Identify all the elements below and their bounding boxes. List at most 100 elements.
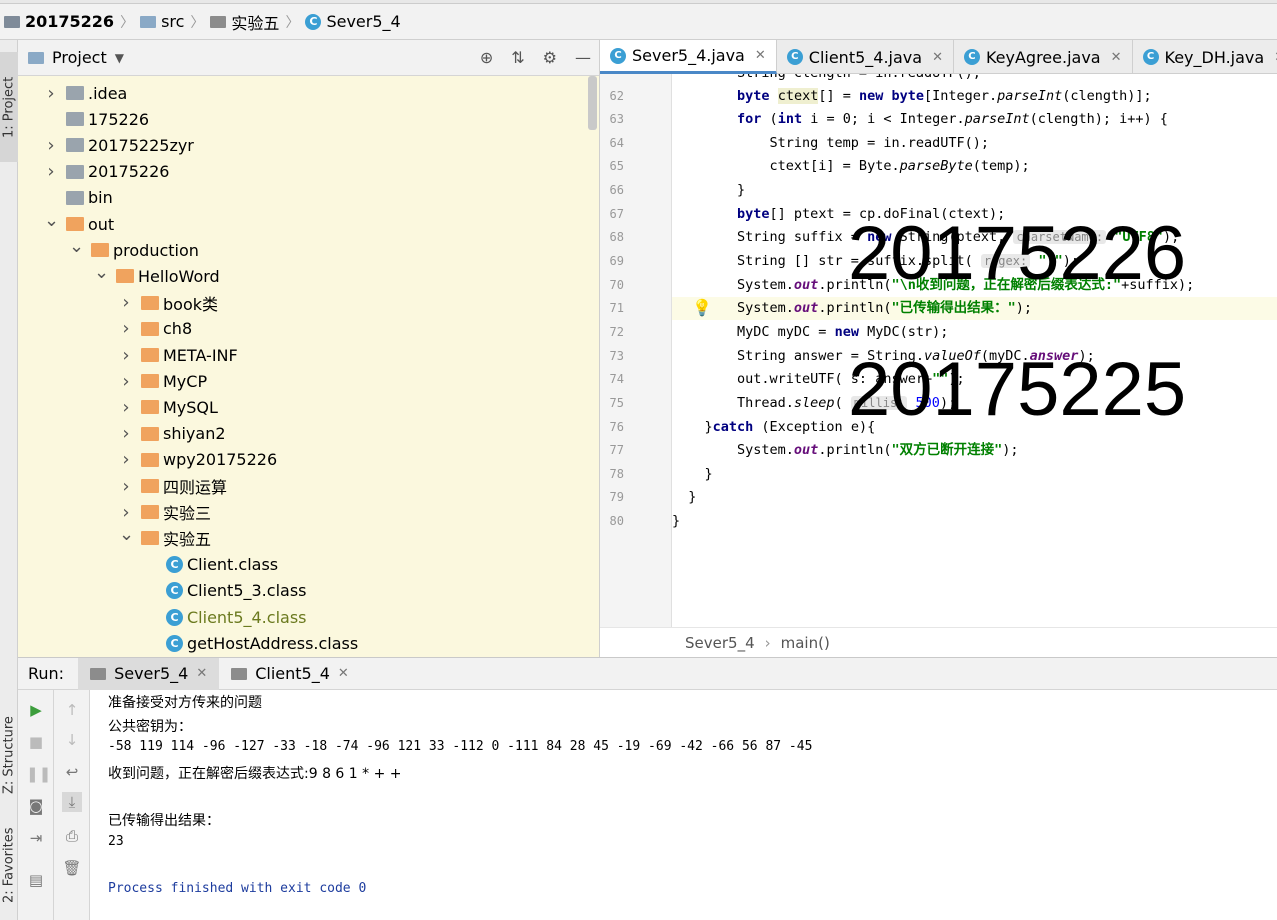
tree-folder-item[interactable]: › 20175226 bbox=[18, 159, 169, 185]
line-number: 73 bbox=[609, 349, 624, 363]
gear-icon[interactable]: ⚙ bbox=[543, 48, 557, 67]
module-icon bbox=[4, 15, 20, 28]
tree-folder-item[interactable]: › MySQL bbox=[18, 394, 218, 420]
locate-icon[interactable]: ⊕ bbox=[480, 48, 493, 67]
chevron-down-icon[interactable]: ⌄ bbox=[94, 262, 109, 283]
run-tab-sever[interactable]: Sever5_4 ✕ bbox=[78, 657, 220, 690]
tree-folder-item[interactable]: › 20175225zyr bbox=[18, 132, 194, 158]
chevron-right-icon[interactable]: › bbox=[119, 371, 133, 392]
trash-icon[interactable]: 🗑 bbox=[62, 858, 82, 878]
tree-folder-item[interactable]: bin bbox=[18, 185, 113, 211]
tree-class-item[interactable]: CgetHostAddress.class bbox=[18, 630, 358, 656]
tree-folder-item[interactable]: ⌄ 实验五 bbox=[18, 524, 211, 551]
rerun-icon[interactable]: ▶ bbox=[26, 700, 46, 720]
project-tool-tab[interactable]: 1: Project bbox=[0, 52, 18, 162]
tree-item-label: production bbox=[113, 240, 199, 260]
code-line: MyDC myDC = new MyDC(str); bbox=[672, 324, 949, 340]
editor-crumb-class[interactable]: Sever5_4 bbox=[685, 634, 755, 652]
tree-folder-item[interactable]: › MyCP bbox=[18, 368, 207, 394]
tree-folder-item[interactable]: › 实验三 bbox=[18, 499, 211, 525]
close-icon[interactable]: ✕ bbox=[1111, 50, 1122, 65]
line-number: 69 bbox=[609, 254, 624, 268]
tree-folder-item[interactable]: › wpy20175226 bbox=[18, 447, 277, 473]
chevron-right-icon[interactable]: › bbox=[119, 318, 133, 339]
line-number: 63 bbox=[609, 112, 624, 126]
project-panel: Project ▼ ⊕ ⇅ ⚙ — › .idea 175226 › 20175225z… bbox=[18, 40, 600, 657]
run-tab-client[interactable]: Client5_4 ✕ bbox=[219, 658, 361, 690]
line-number: 64 bbox=[609, 136, 624, 150]
tree-class-item[interactable]: C Client5_3.class bbox=[18, 578, 306, 604]
chevron-right-icon[interactable]: › bbox=[119, 423, 133, 444]
tree-folder-item[interactable]: ⌄ production bbox=[18, 236, 199, 263]
folder-icon bbox=[141, 374, 159, 389]
project-view-selector[interactable]: Project bbox=[52, 48, 107, 67]
editor-tab-label: Sever5_4.java bbox=[632, 46, 745, 65]
print-icon[interactable]: ⎙ bbox=[62, 826, 82, 846]
camera-icon[interactable]: ◙ bbox=[26, 796, 46, 816]
close-icon[interactable]: ✕ bbox=[932, 50, 943, 65]
stop-icon[interactable]: ■ bbox=[26, 732, 46, 752]
tree-class-item[interactable]: C Client.class bbox=[18, 552, 278, 578]
chevron-right-icon[interactable]: › bbox=[119, 502, 133, 523]
tree-folder-item[interactable]: › book类 bbox=[18, 290, 218, 316]
chevron-down-icon[interactable]: ⌄ bbox=[119, 524, 134, 545]
editor-crumb-method[interactable]: main() bbox=[781, 634, 830, 652]
close-icon[interactable]: ✕ bbox=[755, 48, 766, 63]
layout-icon[interactable]: ▤ bbox=[26, 870, 46, 890]
tree-class-item[interactable]: C Client5_4.class bbox=[18, 604, 306, 630]
chevron-right-icon[interactable]: › bbox=[44, 135, 58, 156]
line-number: 70 bbox=[609, 278, 624, 292]
breadcrumb-module[interactable]: 20175226 bbox=[4, 12, 114, 31]
run-toolbar-secondary: ↑ ↓ ↩ ⤓ ⎙ 🗑 bbox=[54, 690, 90, 920]
breadcrumb-package[interactable]: 实验五 bbox=[210, 10, 279, 34]
console-output[interactable]: 准备接受对方传来的问题 公共密钥为： -58 119 114 -96 -127 -3… bbox=[108, 690, 1277, 920]
chevron-down-icon[interactable]: ▼ bbox=[115, 51, 124, 65]
project-panel-header: Project ▼ ⊕ ⇅ ⚙ — bbox=[18, 40, 599, 76]
breadcrumb-class[interactable]: C Sever5_4 bbox=[305, 12, 401, 31]
tree-folder-item[interactable]: › 四则运算 bbox=[18, 473, 227, 499]
arrow-down-icon[interactable]: ↓ bbox=[62, 730, 82, 750]
run-label: Run: bbox=[28, 664, 65, 683]
tree-item-label: Client.class bbox=[187, 555, 279, 575]
chevron-right-icon[interactable]: › bbox=[44, 83, 58, 104]
favorites-tool-tab[interactable]: 2: Favorites bbox=[0, 815, 18, 915]
lightbulb-icon[interactable]: 💡 bbox=[692, 298, 712, 317]
tree-folder-item[interactable]: › .idea bbox=[18, 80, 127, 106]
editor-tab[interactable]: C Sever5_4.java ✕ bbox=[600, 40, 777, 74]
pause-icon[interactable]: ❚❚ bbox=[26, 764, 51, 784]
chevron-down-icon[interactable]: ⌄ bbox=[44, 210, 59, 231]
tree-scrollbar[interactable] bbox=[588, 76, 597, 130]
close-icon[interactable]: ✕ bbox=[196, 666, 207, 681]
editor-tab[interactable]: C Client5_4.java ✕ bbox=[777, 40, 954, 74]
tree-folder-item[interactable]: › META-INF bbox=[18, 342, 237, 368]
folder-icon bbox=[66, 190, 84, 205]
line-number: 80 bbox=[609, 514, 624, 528]
editor-tab[interactable]: C KeyAgree.java ✕ bbox=[954, 40, 1133, 74]
tree-folder-item[interactable]: › shiyan2 bbox=[18, 421, 225, 447]
structure-tool-tab[interactable]: Z: Structure bbox=[0, 695, 18, 815]
chevron-right-icon[interactable]: › bbox=[119, 292, 133, 313]
chevron-down-icon[interactable]: ⌄ bbox=[69, 236, 84, 257]
login-icon[interactable]: ⇥ bbox=[26, 828, 46, 848]
tree-folder-item[interactable]: ⌄ out bbox=[18, 210, 115, 237]
scroll-to-end-icon[interactable]: ⤓ bbox=[62, 792, 82, 812]
collapse-all-icon[interactable]: ⇅ bbox=[511, 48, 524, 67]
class-icon: C bbox=[786, 49, 803, 65]
left-tool-stripe: 1: Project Z: Structure 2: Favorites bbox=[0, 40, 18, 920]
chevron-right-icon[interactable]: › bbox=[119, 476, 133, 497]
tree-folder-item[interactable]: ⌄ HelloWord bbox=[18, 262, 220, 289]
console-line: Process finished with exit code 0 bbox=[108, 880, 367, 896]
tree-folder-item[interactable]: 175226 bbox=[18, 106, 149, 132]
chevron-right-icon[interactable]: › bbox=[119, 345, 133, 366]
chevron-right-icon[interactable]: › bbox=[44, 161, 58, 182]
tree-folder-item[interactable]: › ch8 bbox=[18, 316, 192, 342]
tree-item-label: out bbox=[88, 214, 115, 234]
chevron-right-icon[interactable]: › bbox=[119, 397, 133, 418]
minimize-icon[interactable]: — bbox=[575, 48, 591, 67]
chevron-right-icon[interactable]: › bbox=[119, 449, 133, 470]
editor-tab[interactable]: CKey_DH.java✕ bbox=[1133, 40, 1277, 74]
soft-wrap-icon[interactable]: ↩ bbox=[62, 762, 82, 782]
arrow-up-icon[interactable]: ↑ bbox=[62, 700, 82, 720]
close-icon[interactable]: ✕ bbox=[338, 666, 349, 681]
breadcrumb-src[interactable]: src bbox=[140, 12, 184, 31]
